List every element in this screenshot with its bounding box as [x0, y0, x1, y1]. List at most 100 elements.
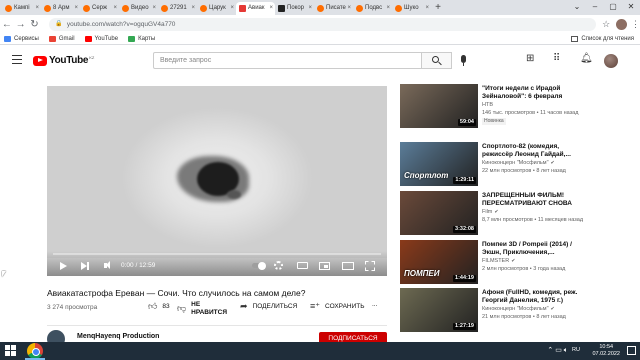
tab-close-icon[interactable]: ×	[74, 2, 78, 15]
miniplayer-icon[interactable]	[319, 262, 330, 270]
tab-close-icon[interactable]: ×	[113, 2, 117, 15]
youtube-logo[interactable]: YouTube KZ	[33, 55, 94, 66]
settings-gear-icon[interactable]	[274, 261, 283, 270]
more-actions-button[interactable]: ...	[372, 301, 377, 308]
recommended-video[interactable]: Спортлот 1:29:11 Спортлото-82 (комедия, ре…	[400, 142, 578, 188]
tab-close-icon[interactable]: ×	[308, 2, 312, 15]
recommended-age: 8 лет назад	[536, 168, 566, 174]
tab-close-icon[interactable]: ×	[347, 2, 351, 15]
tab-close-icon[interactable]: ×	[269, 2, 273, 15]
recommended-video[interactable]: 1:27:19 Афоня (FullHD, комедия, реж. Геор…	[400, 288, 578, 334]
video-thumbnail[interactable]: 1:27:19	[400, 288, 478, 332]
tab-close-icon[interactable]: ×	[230, 2, 234, 15]
recommended-channel[interactable]: Киноконцерн "Мосфильм" ✔	[482, 160, 555, 166]
tab-label: 8 Арм	[53, 5, 70, 11]
verified-check-icon: ✔	[511, 258, 516, 264]
bookmark-youtube[interactable]: YouTube	[84, 33, 118, 45]
recommended-channel[interactable]: FILMSTER ✔	[482, 258, 515, 264]
bookmark-star-icon[interactable]: ☆	[602, 19, 610, 30]
reading-list[interactable]: Список для чтения	[571, 33, 634, 45]
recommended-title[interactable]: "Итоги недели с Ирадой Зейналовой": 6 фе…	[482, 85, 578, 101]
like-button[interactable]: 👍︎ 83	[148, 301, 170, 312]
notifications-icon[interactable]	[627, 346, 636, 355]
subtitles-icon[interactable]	[297, 262, 308, 269]
recommended-channel[interactable]: Киноконцерн "Мосфильм" ✔	[482, 306, 555, 312]
maximize-button[interactable]: ▢	[604, 0, 622, 15]
back-icon[interactable]: ←	[0, 19, 14, 30]
dislike-button[interactable]: 👎︎ НЕ НРАВИТСЯ	[177, 301, 227, 316]
new-tab-button[interactable]: +	[431, 2, 445, 15]
thumbnail-caption: ПОМПЕИ	[404, 269, 440, 278]
apps-icon[interactable]: ⠿	[553, 53, 560, 64]
reload-icon[interactable]: ↻	[28, 19, 42, 30]
browser-menu-icon[interactable]: ⋮	[631, 19, 640, 30]
channel-label: Киноконцерн "Мосфильм"	[482, 160, 549, 166]
url-field[interactable]: 🔒 youtube.com/watch?v=ogquGV4a770	[49, 17, 597, 31]
profile-avatar[interactable]	[616, 18, 627, 30]
search-button[interactable]	[422, 52, 452, 69]
recommended-title[interactable]: Спортлото-82 (комедия, режиссёр Леонид Г…	[482, 143, 578, 159]
play-icon[interactable]	[60, 262, 67, 270]
tab-close-icon[interactable]: ×	[386, 2, 390, 15]
fullscreen-icon[interactable]	[365, 261, 375, 271]
tab-label: Шуко	[404, 5, 419, 11]
tab-close-icon[interactable]: ×	[191, 2, 195, 15]
recommended-video[interactable]: 59:04 "Итоги недели с Ирадой Зейналовой":…	[400, 84, 578, 130]
system-tray-icons[interactable]: ⌃ ▭ 🔈︎	[547, 346, 568, 355]
recommended-channel[interactable]: Film ✔	[482, 209, 499, 215]
video-thumbnail[interactable]: 3:32:08	[400, 191, 478, 235]
channel-name[interactable]: MenqHayenq Production	[77, 333, 159, 340]
close-window-button[interactable]: ✕	[622, 0, 640, 15]
tab-close-icon[interactable]: ×	[425, 2, 429, 15]
browser-tab[interactable]: Авиак ×	[236, 2, 275, 15]
browser-tab[interactable]: Покор ×	[275, 2, 314, 15]
recommended-title[interactable]: ЗАПРЕЩЕННЫЙ ФИЛЬМ! ПЕРЕСМАТРИВАЮТ СНОВА …	[482, 192, 578, 208]
browser-tab[interactable]: 27291 ×	[158, 2, 197, 15]
video-thumbnail[interactable]: ПОМПЕИ 1:44:19	[400, 240, 478, 284]
forward-icon[interactable]: →	[14, 19, 28, 30]
browser-tab[interactable]: 8 Арм ×	[41, 2, 80, 15]
bookmark-label: Карты	[138, 35, 156, 42]
recommended-title[interactable]: Афоня (FullHD, комедия, реж. Георгий Дан…	[482, 289, 578, 305]
input-language[interactable]: RU	[572, 347, 580, 353]
video-frame[interactable]	[47, 86, 387, 258]
search-input[interactable]: Введите запрос	[153, 52, 422, 69]
create-video-icon[interactable]: ⊞	[526, 53, 534, 64]
menu-hamburger-icon[interactable]	[12, 55, 22, 64]
tab-close-icon[interactable]: ×	[152, 2, 156, 15]
browser-tab[interactable]: Шуко ×	[392, 2, 431, 15]
tab-search-icon[interactable]: ⌄	[568, 0, 586, 15]
tab-close-icon[interactable]: ×	[35, 2, 39, 15]
windows-start-icon[interactable]	[5, 345, 16, 356]
lock-icon[interactable]: 🔒	[55, 18, 62, 31]
notifications-bell-icon[interactable]: 🔔︎	[580, 53, 593, 64]
voice-search-icon[interactable]	[461, 55, 466, 66]
save-button[interactable]: ≡⁺ СОХРАНИТЬ	[310, 301, 365, 312]
browser-tab[interactable]: Писате ×	[314, 2, 353, 15]
bookmark-maps[interactable]: Карты	[128, 33, 155, 45]
share-button[interactable]: ➦ ПОДЕЛИТЬСЯ	[240, 301, 297, 312]
video-player[interactable]: 0:00 / 12:59	[47, 86, 387, 276]
theater-mode-icon[interactable]	[342, 262, 354, 270]
autoplay-toggle[interactable]	[252, 261, 266, 270]
browser-tab[interactable]: Царук ×	[197, 2, 236, 15]
video-thumbnail[interactable]: 59:04	[400, 84, 478, 128]
recommended-title[interactable]: Помпеи 3D / Pompeii (2014) / Экшн, Прикл…	[482, 241, 578, 257]
recommended-channel[interactable]: НТВ	[482, 102, 493, 108]
bookmark-services[interactable]: Сервисы	[4, 33, 39, 45]
browser-tab[interactable]: Подвс ×	[353, 2, 392, 15]
tab-label: Писате	[326, 5, 346, 11]
account-avatar[interactable]	[604, 54, 618, 68]
recommended-video[interactable]: 3:32:08 ЗАПРЕЩЕННЫЙ ФИЛЬМ! ПЕРЕСМАТРИВАЮТ…	[400, 191, 583, 237]
clock[interactable]: 10:54 07.02.2022	[592, 344, 620, 358]
video-thumbnail[interactable]: Спортлот 1:29:11	[400, 142, 478, 186]
volume-icon[interactable]	[104, 261, 110, 269]
minimize-button[interactable]: –	[586, 0, 604, 15]
chrome-taskbar-icon[interactable]	[27, 343, 43, 359]
recommended-video[interactable]: ПОМПЕИ 1:44:19 Помпеи 3D / Pompeii (2014) …	[400, 240, 578, 286]
browser-tab[interactable]: Кампі ×	[2, 2, 41, 15]
browser-tab[interactable]: Видео ×	[119, 2, 158, 15]
bookmark-gmail[interactable]: Gmail	[48, 33, 75, 45]
progress-bar[interactable]	[53, 253, 381, 255]
browser-tab[interactable]: Серж ×	[80, 2, 119, 15]
